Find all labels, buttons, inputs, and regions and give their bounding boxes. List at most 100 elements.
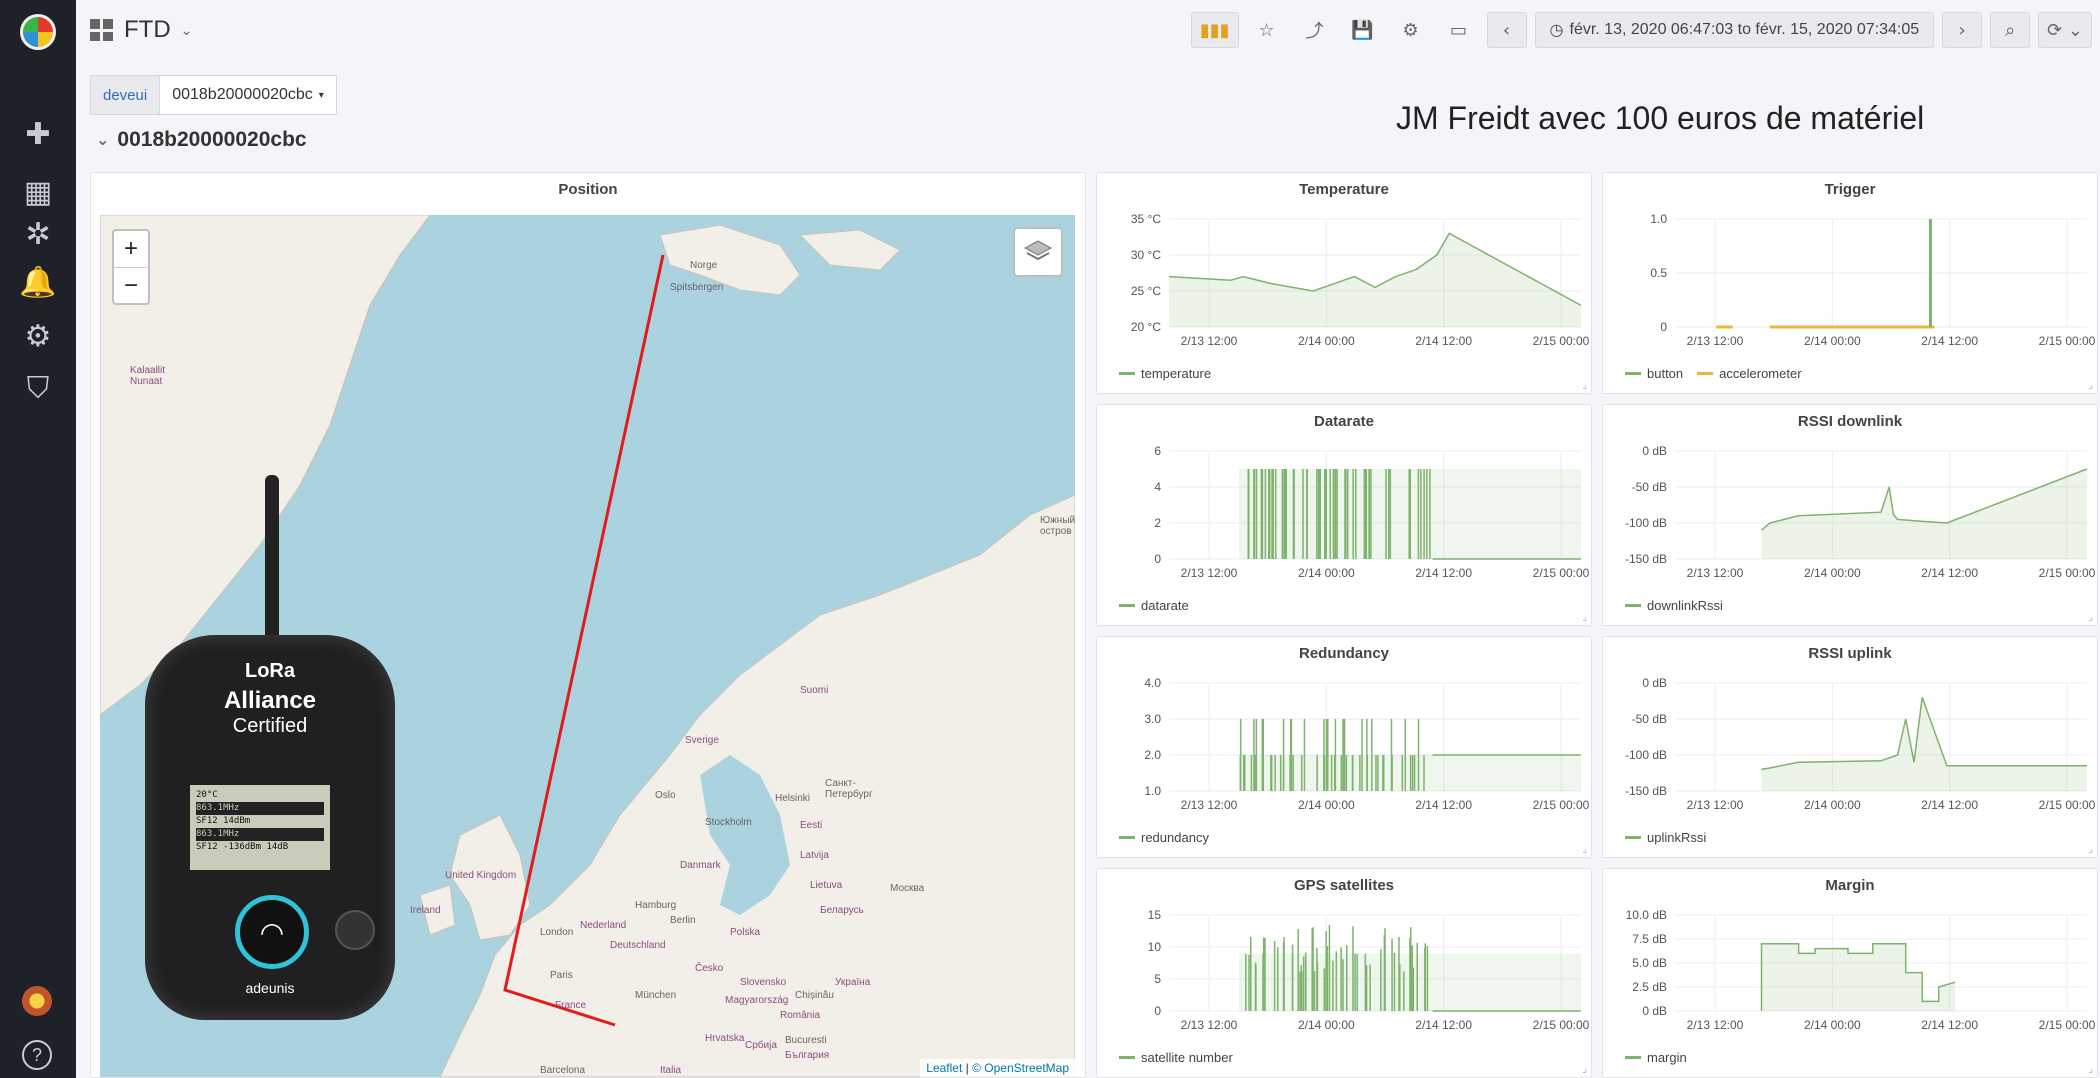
map-label: Sverige xyxy=(685,735,719,746)
x-tick-label: 2/15 00:00 xyxy=(1533,334,1590,348)
x-tick-label: 2/15 00:00 xyxy=(1533,566,1590,580)
y-tick-label: 5.0 dB xyxy=(1632,956,1667,970)
share-icon[interactable]: ⤴ xyxy=(1295,12,1335,48)
legend-item[interactable]: satellite number xyxy=(1119,1050,1233,1065)
legend-item[interactable]: downlinkRssi xyxy=(1625,598,1723,613)
resize-handle-icon[interactable]: ⌟ xyxy=(1582,380,1587,391)
map-label: United Kingdom xyxy=(445,870,517,881)
settings-icon[interactable]: ⚙ xyxy=(1391,12,1431,48)
map-label: Česko xyxy=(695,963,724,974)
chart-svg: 10.0 dB 7.5 dB 5.0 dB 2.5 dB 0 dB 2/13 12:00 2… xyxy=(1626,908,2096,1032)
legend-item[interactable]: redundancy xyxy=(1119,830,1209,845)
panel-title[interactable]: Position xyxy=(91,181,1085,198)
legend-label: datarate xyxy=(1141,598,1189,613)
add-panel-button[interactable]: ▮▮▮ xyxy=(1190,12,1239,48)
map-label: Bucuresti xyxy=(785,1035,827,1046)
lora-device-image: LoRa Alliance Certified 20°C 863.1MHz SF… xyxy=(145,475,445,1035)
resize-handle-icon[interactable]: ⌟ xyxy=(1582,1064,1587,1075)
help-icon[interactable]: ? xyxy=(22,1040,52,1070)
x-tick-label: 2/15 00:00 xyxy=(2039,1018,2096,1032)
user-avatar[interactable] xyxy=(22,986,52,1016)
leaflet-link[interactable]: Leaflet xyxy=(926,1061,962,1075)
legend-item[interactable]: uplinkRssi xyxy=(1625,830,1706,845)
explore-icon[interactable]: ✲ xyxy=(22,217,54,252)
resize-handle-icon[interactable]: ⌟ xyxy=(2088,844,2093,855)
x-tick-label: 2/14 00:00 xyxy=(1804,1018,1861,1032)
x-tick-label: 2/14 00:00 xyxy=(1804,566,1861,580)
gear-icon[interactable]: ⚙ xyxy=(22,319,54,354)
y-tick-label: 1.0 xyxy=(1650,212,1667,226)
resize-handle-icon[interactable]: ⌟ xyxy=(2088,380,2093,391)
row-title[interactable]: ⌄ 0018b20000020cbc xyxy=(96,128,307,152)
legend-swatch xyxy=(1119,836,1135,839)
x-tick-label: 2/14 12:00 xyxy=(1921,1018,1978,1032)
legend-item[interactable]: datarate xyxy=(1119,598,1189,613)
device-brand-2: Alliance xyxy=(223,687,317,714)
legend-swatch xyxy=(1697,372,1714,375)
x-tick-label: 2/13 12:00 xyxy=(1181,1018,1238,1032)
grafana-logo[interactable] xyxy=(20,14,56,50)
refresh-icon[interactable]: ⟳ ⌄ xyxy=(2038,12,2092,48)
osm-link[interactable]: © OpenStreetMap xyxy=(972,1061,1069,1075)
template-variable[interactable]: deveui 0018b20000020cbc ▾ xyxy=(90,75,337,115)
legend-item[interactable]: margin xyxy=(1625,1050,1687,1065)
shield-icon[interactable]: ⛉ xyxy=(22,371,54,406)
variable-select[interactable]: 0018b20000020cbc ▾ xyxy=(160,76,336,114)
legend-label: margin xyxy=(1647,1050,1687,1065)
plus-icon[interactable]: ✚ xyxy=(22,117,54,152)
time-range-picker[interactable]: ◷ févr. 13, 2020 06:47:03 to févr. 15, 2… xyxy=(1534,12,1935,48)
map[interactable]: Norge Spitsbergen Kalaallit Nunaat Suomi… xyxy=(100,215,1075,1077)
tv-mode-icon[interactable]: ▭ xyxy=(1439,12,1479,48)
map-label: Magyarország xyxy=(725,995,789,1006)
x-tick-label: 2/13 12:00 xyxy=(1687,566,1744,580)
gps-panel: GPS satellites 15 10 5 0 2/13 12:00 2/14 00:00… xyxy=(1096,868,1592,1078)
margin-panel: Margin 10.0 dB 7.5 dB 5.0 dB 2.5 dB 0 dB 2/13 … xyxy=(1602,868,2098,1078)
layers-button[interactable] xyxy=(1013,227,1063,277)
y-tick-label: 0 dB xyxy=(1642,676,1667,690)
dashboard-title[interactable]: FTD ⌄ xyxy=(90,16,192,44)
resize-handle-icon[interactable]: ⌟ xyxy=(2088,1064,2093,1075)
chevron-down-icon: ⌄ xyxy=(96,132,110,149)
y-tick-label: 0 xyxy=(1154,552,1161,566)
zoom-out-button[interactable]: − xyxy=(114,267,148,303)
y-tick-label: 35 °C xyxy=(1131,212,1161,226)
time-forward-button[interactable]: › xyxy=(1942,12,1983,48)
legend-item[interactable]: temperature xyxy=(1119,366,1211,381)
resize-handle-icon[interactable]: ⌟ xyxy=(2088,612,2093,623)
zoom-in-button[interactable]: + xyxy=(114,231,148,267)
screen-line: 863.1MHz xyxy=(196,802,324,815)
legend-swatch xyxy=(1625,604,1641,607)
y-tick-label: 10.0 dB xyxy=(1626,908,1667,922)
y-tick-label: 15 xyxy=(1148,908,1162,922)
chart-legend: redundancy xyxy=(1119,830,1209,845)
alert-bell-icon[interactable]: 🔔 xyxy=(19,265,56,300)
save-icon[interactable]: 💾 xyxy=(1343,12,1383,48)
y-tick-label: 5 xyxy=(1154,972,1161,986)
legend-item[interactable]: button xyxy=(1625,366,1683,381)
resize-handle-icon[interactable]: ⌟ xyxy=(1582,844,1587,855)
map-label: Polska xyxy=(730,927,761,938)
x-tick-label: 2/14 12:00 xyxy=(1921,566,1978,580)
resize-handle-icon[interactable]: ⌟ xyxy=(1582,612,1587,623)
zoom-out-icon[interactable]: ⌕ xyxy=(1990,12,2031,48)
y-tick-label: -50 dB xyxy=(1632,480,1667,494)
caret-down-icon: ⌄ xyxy=(180,21,193,38)
dashboard-title-text: FTD xyxy=(124,16,171,43)
legend-label: button xyxy=(1647,366,1684,381)
x-tick-label: 2/15 00:00 xyxy=(1533,1018,1590,1032)
x-tick-label: 2/14 12:00 xyxy=(1415,334,1472,348)
map-label: London xyxy=(540,927,574,938)
chart-legend: uplinkRssi xyxy=(1625,830,1706,845)
star-icon[interactable]: ☆ xyxy=(1247,12,1287,48)
map-label: Kalaallit Nunaat xyxy=(130,365,166,387)
map-label: Беларусь xyxy=(820,905,864,916)
legend-item[interactable]: accelerometer xyxy=(1697,366,1802,381)
x-tick-label: 2/15 00:00 xyxy=(1533,798,1590,812)
dashboards-icon[interactable]: ▦ xyxy=(22,175,54,210)
legend-swatch xyxy=(1119,604,1135,607)
time-back-button[interactable]: ‹ xyxy=(1486,12,1527,48)
chart-legend: margin xyxy=(1625,1050,1687,1065)
screen-line: SF12 14dBm xyxy=(196,816,251,826)
x-tick-label: 2/13 12:00 xyxy=(1687,798,1744,812)
x-tick-label: 2/13 12:00 xyxy=(1687,1018,1744,1032)
